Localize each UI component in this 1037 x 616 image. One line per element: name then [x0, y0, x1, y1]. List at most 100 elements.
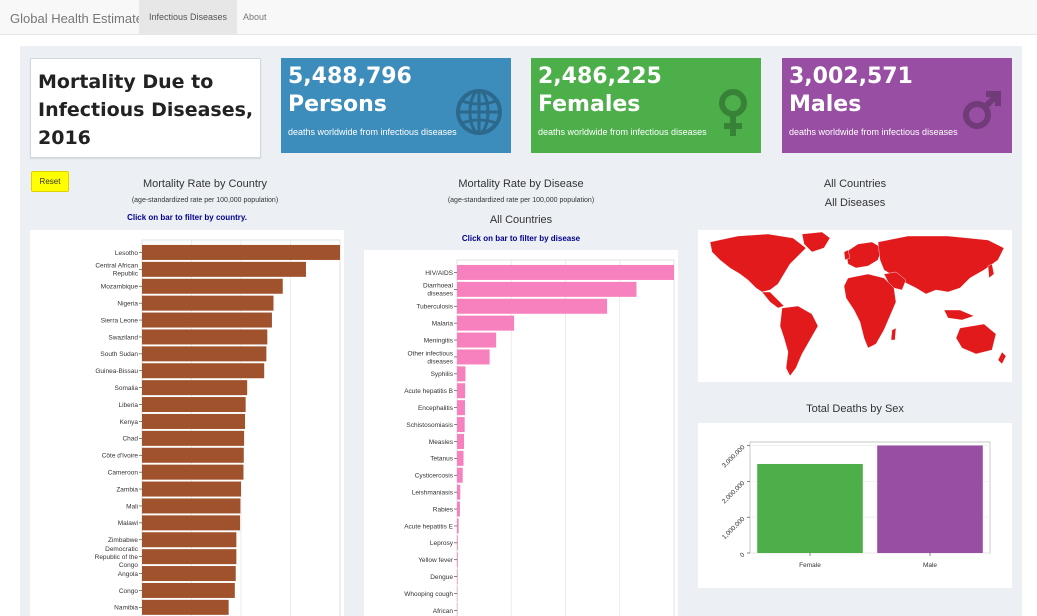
bar-cameroon[interactable] [142, 464, 244, 480]
y-tick-label: Rabies [433, 506, 454, 513]
y-tick-label: Sierra Leone [101, 317, 139, 324]
y-tick-label: Meningitis [424, 337, 454, 344]
y-tick-label: African [433, 608, 454, 615]
bar-kenya[interactable] [142, 413, 246, 429]
bar-malawi[interactable] [142, 515, 241, 531]
app-brand[interactable]: Global Health Estimates [10, 11, 149, 26]
bar-female[interactable] [757, 463, 863, 553]
male-symbol-icon [963, 91, 1001, 129]
map-japan [987, 263, 995, 279]
bar-congo[interactable] [142, 582, 235, 598]
bar-south-sudan[interactable] [142, 346, 267, 362]
y-tick-label: Mozambique [101, 284, 139, 291]
bar-syphilis[interactable] [457, 366, 466, 382]
disease-chart-svg: HIV/AIDS Diarrhoeal diseases Tuberculosis Ma… [404, 259, 675, 616]
persons-label: Persons [288, 92, 387, 117]
bar-schistosomiasis[interactable] [457, 417, 465, 433]
y-tick-label: Encephalitis [418, 405, 454, 412]
y-tick-label: Dengue [430, 574, 453, 581]
bar-namibia[interactable] [142, 599, 229, 615]
y-tick-label: Diarrhoeal diseases [423, 283, 454, 298]
bar-angola[interactable] [142, 566, 236, 582]
bar-dengue[interactable] [457, 569, 458, 585]
bar-measles[interactable] [457, 433, 465, 449]
y-tick-label: Malaria [432, 320, 454, 327]
y-tick-label: 0 [739, 551, 747, 559]
y-tick-label: HIV/AIDS [425, 270, 453, 277]
map-indonesia [943, 309, 975, 321]
sex-chart: 0 1,000,000 2,000,000 3,000,000 Female Male [698, 423, 1012, 588]
females-subtitle: deaths worldwide from infectious disease… [538, 127, 707, 137]
disease-chart-title: Mortality Rate by Disease [458, 178, 584, 190]
tab-about[interactable]: About [233, 0, 277, 34]
bar-zimbabwe[interactable] [142, 532, 237, 548]
bar-acute-hepatitis-b[interactable] [457, 383, 466, 399]
bar-tetanus[interactable] [457, 450, 464, 466]
bar-sierra-leone[interactable] [142, 312, 272, 328]
y-tick-label: Zimbabwe [108, 537, 138, 544]
bar-nigeria[interactable] [142, 295, 274, 311]
disease-chart-subtitle: (age-standardized rate per 100,000 popul… [447, 197, 595, 204]
y-tick-label: Tuberculosis [416, 304, 453, 311]
bar-lesotho[interactable] [142, 244, 340, 260]
bar-c-te-d-ivoire[interactable] [142, 447, 244, 463]
y-tick-label: Somalia [115, 385, 139, 392]
bar-central-african-republic[interactable] [142, 261, 306, 277]
bar-somalia[interactable] [142, 380, 248, 396]
bar-malaria[interactable] [457, 315, 515, 331]
bar-encephalitis[interactable] [457, 400, 465, 416]
y-tick-label: 1,000,000 [721, 515, 747, 541]
bar-leishmaniasis[interactable] [457, 484, 461, 500]
females-value-box: 2,486,225 Females deaths worldwide from … [531, 58, 761, 153]
country-chart-subtitle: (age-standardized rate per 100,000 popul… [131, 197, 279, 204]
page-title-box: Mortality Due to Infectious Diseases, 20… [30, 58, 261, 158]
y-tick-label: Congo [119, 588, 139, 595]
y-tick-label: Cameroon [108, 469, 139, 476]
bar-hiv-aids[interactable] [457, 264, 674, 280]
persons-value-box: 5,488,796 Persons deaths worldwide from … [281, 58, 511, 153]
world-map[interactable] [698, 230, 1012, 382]
map-filter-country: All Countries [823, 178, 887, 190]
bar-swaziland[interactable] [142, 329, 268, 345]
y-tick-label: Acute hepatitis E [404, 523, 453, 530]
map-madagascar [890, 327, 897, 341]
bar-african[interactable] [457, 602, 458, 616]
bar-democratic-republic-of-the-congo[interactable] [142, 549, 237, 565]
y-tick-label: Malawi [118, 520, 138, 527]
bar-diarrhoeal-diseases[interactable] [457, 281, 637, 297]
bar-leprosy[interactable] [457, 535, 458, 551]
tab-infectious-diseases[interactable]: Infectious Diseases [139, 0, 238, 34]
y-tick-label: Syphilis [431, 371, 454, 378]
bar-mali[interactable] [142, 498, 241, 514]
y-tick-label: 2,000,000 [721, 480, 747, 506]
sex-chart-svg: 0 1,000,000 2,000,000 3,000,000 Female Male [721, 441, 991, 569]
y-tick-label: Côte d'Ivoire [102, 453, 139, 460]
bar-guinea-bissau[interactable] [142, 363, 265, 379]
bar-yellow-fever[interactable] [457, 552, 458, 568]
bar-male[interactable] [877, 445, 983, 553]
x-tick-label: Male [923, 562, 937, 569]
bar-acute-hepatitis-e[interactable] [457, 518, 459, 534]
globe-icon [456, 89, 502, 135]
y-tick-label: Liberia [118, 402, 138, 409]
y-tick-label: Guinea-Bissau [95, 368, 138, 375]
bar-liberia[interactable] [142, 397, 246, 413]
map-greenland [801, 231, 831, 253]
country-chart-hint: Click on bar to filter by country. [127, 213, 247, 222]
bar-zambia[interactable] [142, 481, 241, 497]
bar-chad[interactable] [142, 430, 245, 446]
bar-mozambique[interactable] [142, 278, 283, 294]
bar-whooping-cough[interactable] [457, 586, 458, 602]
map-north-america [709, 233, 807, 293]
bar-tuberculosis[interactable] [457, 298, 608, 314]
bar-meningitis[interactable] [457, 332, 497, 348]
females-label: Females [538, 92, 641, 117]
y-tick-label: Central African Republic [95, 263, 138, 278]
bar-cysticercosis[interactable] [457, 467, 463, 483]
y-tick-label: 3,000,000 [721, 444, 747, 470]
bar-rabies[interactable] [457, 501, 460, 517]
bar-other-infectious-diseases[interactable] [457, 349, 490, 365]
y-tick-label: Whooping cough [404, 591, 453, 598]
map-filter-disease: All Diseases [824, 197, 886, 209]
y-tick-label: Measles [429, 439, 454, 446]
